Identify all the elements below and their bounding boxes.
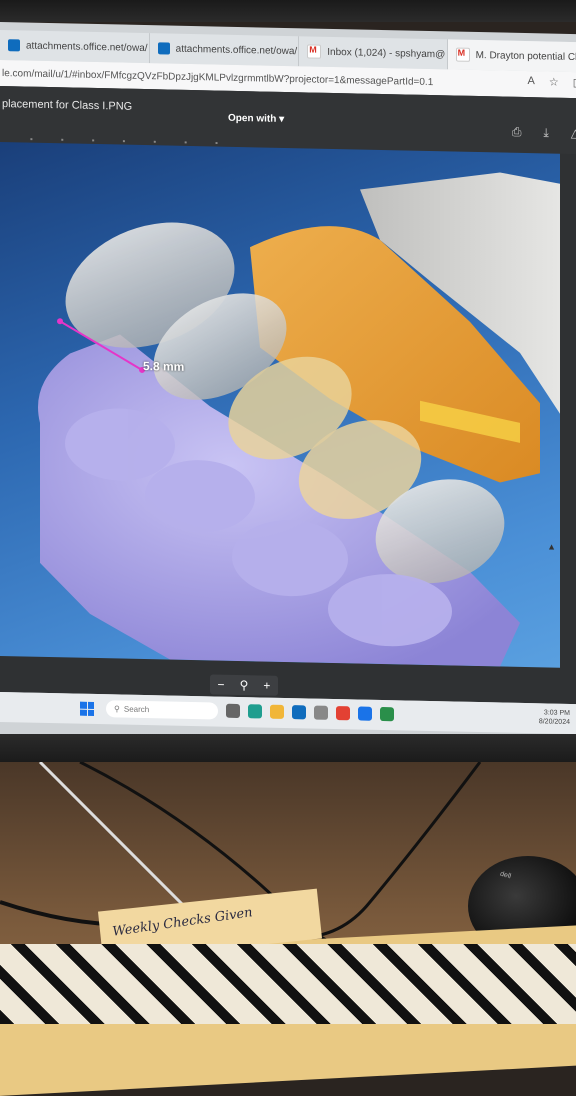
taskbar-search[interactable]: ⚲ Search [106, 700, 218, 719]
zoom-out-button[interactable]: − [218, 678, 225, 692]
tab-label: M. Drayton potential Class I [476, 49, 576, 63]
tab-drayton[interactable]: M. Drayton potential Class I ✕ [448, 39, 576, 72]
windows-start-icon[interactable] [80, 702, 94, 716]
open-with-label: Open with [228, 113, 276, 125]
gmail-icon [307, 44, 321, 58]
outlook-icon [8, 39, 20, 51]
monitor-bezel-bottom [0, 734, 576, 762]
open-with-button[interactable]: Open with ▾ [228, 113, 284, 125]
search-placeholder: Search [124, 705, 149, 715]
app-icon[interactable] [380, 707, 394, 721]
dental-scan-svg [0, 142, 560, 668]
viewer-actions: ⎙ ⤓ △ [512, 125, 576, 141]
attachment-viewer: placement for Class I.PNG Open with ▾ ⎙ … [0, 86, 576, 705]
tab-label: Inbox (1,024) - spshyam@ [327, 46, 445, 59]
edge-icon[interactable] [248, 704, 262, 718]
cable [40, 762, 200, 922]
app-icon[interactable] [358, 706, 372, 720]
file-explorer-icon[interactable] [270, 705, 284, 719]
taskbar-apps [226, 704, 394, 722]
gmail-icon [456, 48, 470, 62]
address-actions: A ☆ ▯ ✰ [528, 75, 576, 90]
app-icon[interactable] [314, 706, 328, 720]
file-title: placement for Class I.PNG [2, 98, 132, 113]
tab-label: attachments.office.net/owa/ [176, 43, 298, 57]
print-icon[interactable]: ⎙ [512, 125, 522, 140]
drive-icon[interactable]: △ [571, 126, 576, 141]
chrome-icon[interactable] [336, 706, 350, 720]
address-url: le.com/mail/u/1/#inbox/FMfcgzQVzFbDpzJjg… [2, 68, 433, 88]
measurement-label: 5.8 mm [143, 359, 184, 374]
zoom-in-button[interactable]: + [263, 679, 270, 693]
dental-scan-image: 5.8 mm ▲ [0, 142, 560, 668]
outlook-icon[interactable] [292, 705, 306, 719]
chevron-down-icon: ▾ [279, 114, 284, 125]
download-icon[interactable]: ⤓ [543, 125, 548, 140]
monitor-bezel-top [0, 0, 576, 22]
read-aloud-icon[interactable]: A [528, 75, 535, 88]
monitor-screen: attachments.office.net/owa/ ✕ attachment… [0, 22, 576, 746]
scroll-down-icon[interactable]: ▲ [547, 541, 556, 551]
tab-inbox[interactable]: Inbox (1,024) - spshyam@ ✕ [299, 36, 447, 69]
search-icon: ⚲ [114, 704, 120, 713]
zoom-controls: − ⚲ + [210, 674, 278, 695]
tab-attachments-2[interactable]: attachments.office.net/owa/ ✕ [150, 33, 300, 66]
outlook-icon [158, 42, 170, 54]
tab-label: attachments.office.net/owa/ [26, 40, 148, 54]
chevron-pattern-folder [0, 944, 576, 1024]
star-icon[interactable]: ☆ [549, 75, 559, 88]
measurement-point [57, 318, 63, 324]
clock-date: 8/20/2024 [539, 717, 570, 727]
zoom-icon: ⚲ [240, 678, 249, 692]
tab-attachments-1[interactable]: attachments.office.net/owa/ ✕ [0, 30, 150, 63]
system-tray[interactable]: 3:03 PM 8/20/2024 [539, 708, 570, 727]
task-view-icon[interactable] [226, 704, 240, 718]
